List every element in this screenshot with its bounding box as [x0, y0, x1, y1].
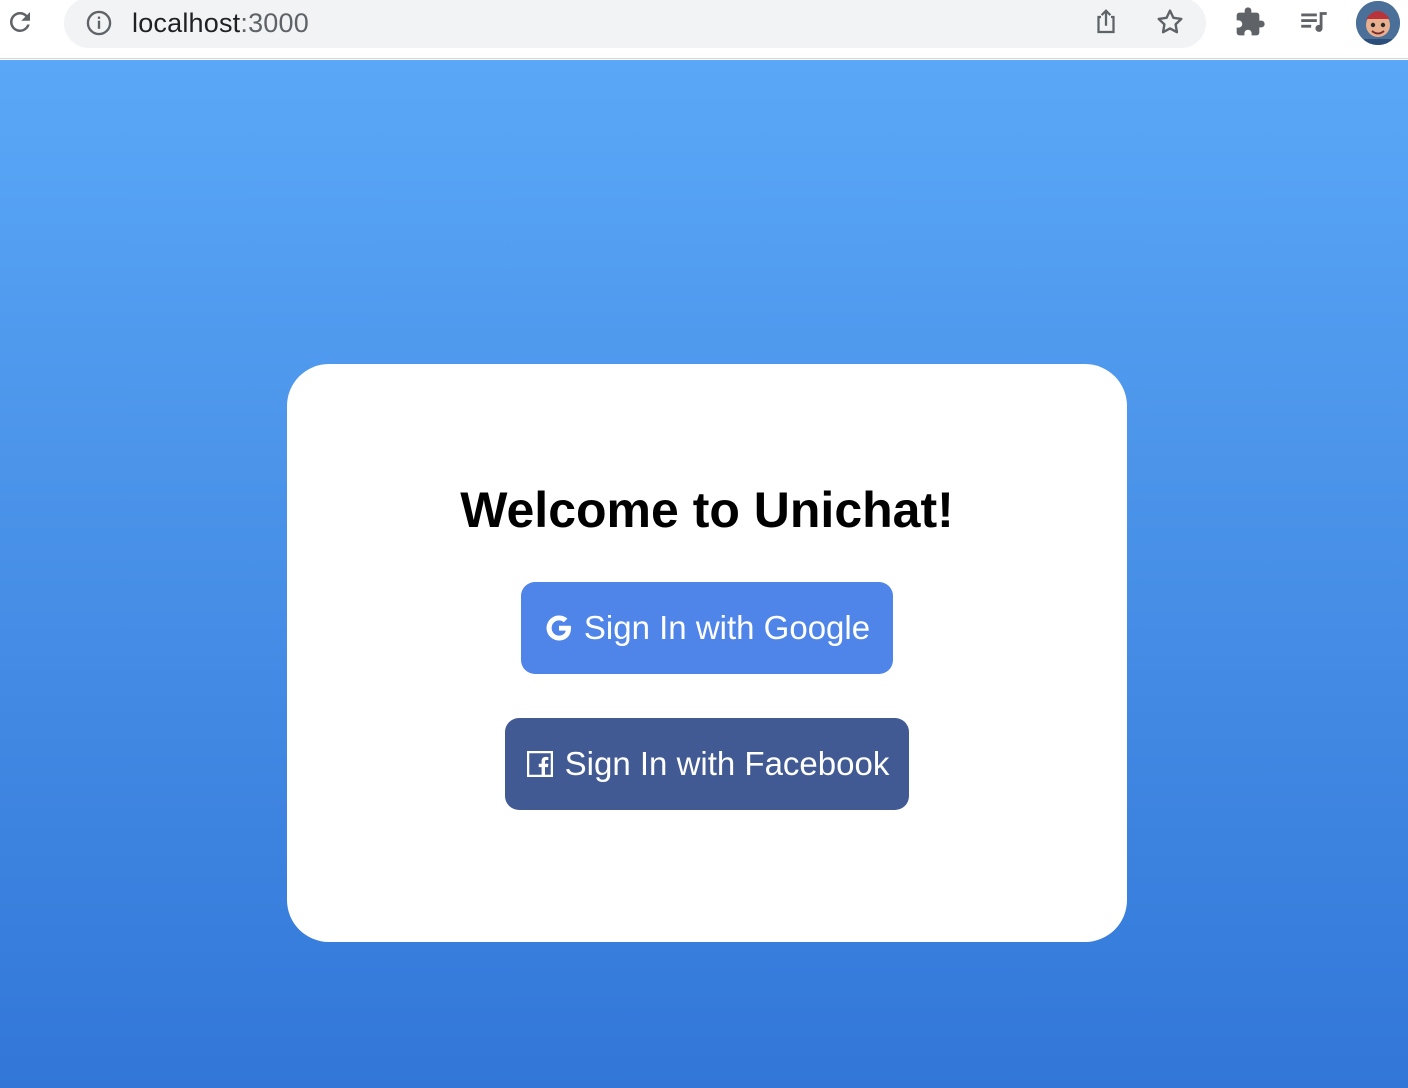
page-title: Welcome to Unichat!: [460, 482, 954, 538]
info-icon[interactable]: [84, 8, 114, 38]
google-icon: [544, 613, 574, 643]
browser-toolbar: localhost:3000: [0, 0, 1408, 59]
url-host: localhost: [132, 8, 241, 38]
facebook-sign-in-button[interactable]: Sign In with Facebook: [505, 718, 909, 810]
address-bar[interactable]: localhost:3000: [64, 0, 1206, 48]
media-queue-icon[interactable]: [1294, 2, 1334, 42]
profile-avatar[interactable]: [1356, 1, 1400, 45]
facebook-button-label: Sign In with Facebook: [564, 745, 890, 782]
puzzle-icon[interactable]: [1230, 2, 1270, 42]
reload-icon[interactable]: [0, 2, 40, 42]
star-icon[interactable]: [1150, 2, 1190, 42]
share-icon[interactable]: [1086, 2, 1126, 42]
login-card: Welcome to Unichat! Sign In with Google …: [287, 364, 1127, 942]
login-page: Welcome to Unichat! Sign In with Google …: [0, 60, 1408, 1088]
url-text: localhost:3000: [132, 6, 309, 40]
google-sign-in-button[interactable]: Sign In with Google: [521, 582, 893, 674]
url-port: :3000: [240, 8, 309, 38]
google-button-label: Sign In with Google: [583, 609, 871, 646]
facebook-icon: [525, 749, 555, 779]
